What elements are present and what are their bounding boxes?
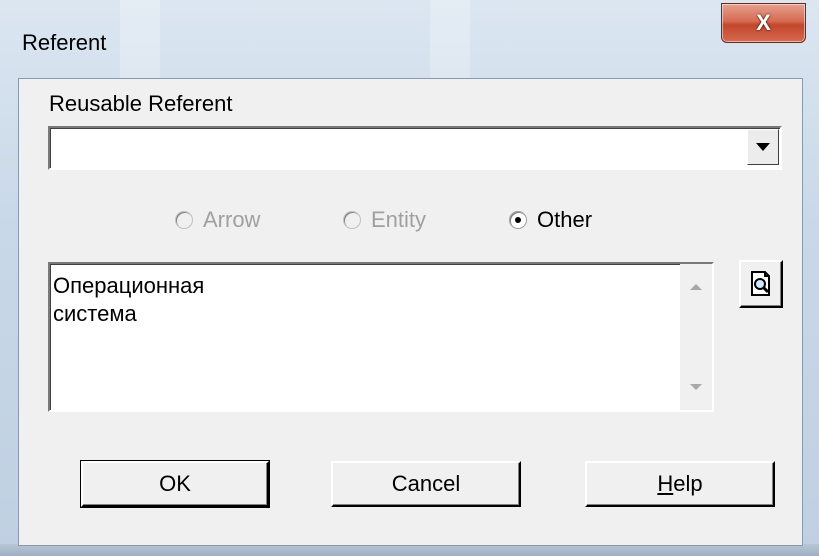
- radio-entity[interactable]: Entity: [343, 207, 426, 233]
- referent-text-area[interactable]: Операционная система: [48, 262, 714, 412]
- chevron-down-icon: [756, 143, 770, 151]
- radio-other[interactable]: Other: [509, 207, 592, 233]
- scroll-up-icon[interactable]: [690, 284, 702, 290]
- radio-circle: [175, 211, 193, 229]
- ok-button[interactable]: OK: [80, 460, 270, 508]
- help-button[interactable]: Help: [585, 461, 775, 507]
- scroll-down-icon[interactable]: [690, 384, 702, 390]
- dialog-client-area: Reusable Referent Arrow Entity Other Опе…: [18, 78, 803, 546]
- reusable-referent-combobox[interactable]: [48, 126, 782, 170]
- title-bar[interactable]: Referent X: [0, 0, 819, 80]
- browse-button[interactable]: [739, 260, 783, 308]
- referent-text-value: Операционная система: [53, 273, 205, 326]
- radio-arrow[interactable]: Arrow: [175, 207, 260, 233]
- vertical-scrollbar[interactable]: [680, 264, 712, 410]
- dropdown-button[interactable]: [747, 129, 779, 165]
- window-title: Referent: [22, 30, 107, 55]
- magnifier-document-icon: [751, 271, 770, 296]
- radio-other-label: Other: [537, 207, 593, 232]
- help-label-rest: elp: [673, 471, 703, 496]
- radio-arrow-label: Arrow: [203, 207, 261, 232]
- radio-selected-dot: [515, 217, 521, 223]
- radio-entity-label: Entity: [371, 207, 427, 232]
- close-button[interactable]: X: [721, 3, 806, 43]
- close-icon: X: [756, 10, 771, 35]
- help-mnemonic: H: [657, 471, 674, 496]
- radio-circle: [509, 211, 527, 229]
- reusable-referent-label: Reusable Referent: [49, 91, 233, 116]
- cancel-button[interactable]: Cancel: [331, 461, 521, 507]
- radio-circle: [343, 211, 361, 229]
